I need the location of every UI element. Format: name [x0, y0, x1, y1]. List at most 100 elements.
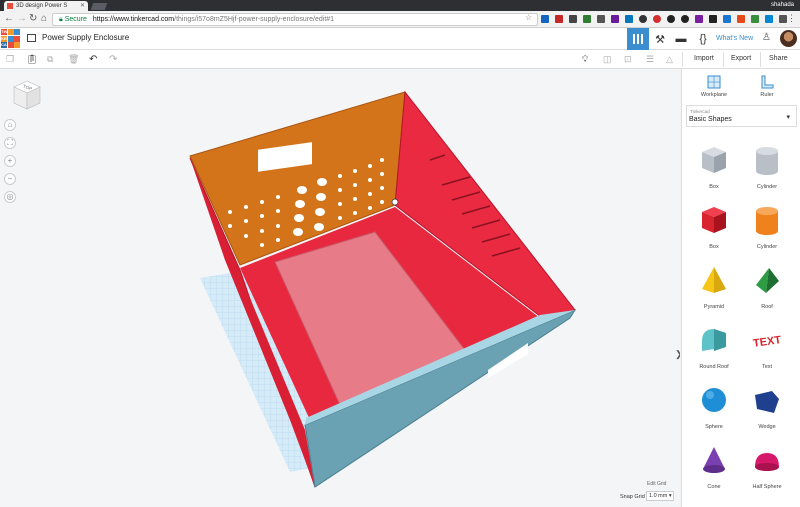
3d-view-button[interactable]: [627, 28, 649, 50]
chevron-down-icon[interactable]: ▾: [786, 113, 790, 121]
build-button[interactable]: ⚒: [649, 28, 671, 50]
3d-model-view[interactable]: [0, 69, 680, 507]
codeblocks-button[interactable]: {}: [692, 28, 714, 50]
browser-tab[interactable]: 3D design Power S ✕: [4, 1, 88, 11]
box-hole-icon: [702, 147, 726, 173]
pyramid-icon: [702, 267, 726, 293]
shapes-panel: Workplane Ruler Tinkercad Basic Shapes ▾…: [681, 69, 800, 507]
shape-tile-cylinder[interactable]: Cylinder: [742, 201, 792, 256]
shape-label: Round Roof: [699, 364, 729, 370]
extension-icon[interactable]: [681, 15, 689, 23]
workplane-canvas[interactable]: TOP ⌂ ⛶ + − ◎ Edit Grid Snap Grid 1.0 mm…: [0, 69, 680, 507]
forward-icon[interactable]: →: [17, 13, 27, 25]
design-list-icon[interactable]: [27, 34, 36, 42]
home-icon[interactable]: ⌂: [41, 13, 47, 25]
extension-icon[interactable]: [569, 15, 577, 23]
paste-icon[interactable]: 📋︎: [26, 54, 37, 65]
grid-icon: [633, 34, 643, 44]
group-icon[interactable]: ⊡: [624, 54, 632, 65]
shape-tile-round-roof[interactable]: Round Roof: [689, 321, 739, 376]
shape-tile-half-sphere[interactable]: Half Sphere: [742, 441, 792, 496]
browser-user-name[interactable]: shahada: [771, 1, 794, 10]
delete-icon[interactable]: 🗑︎: [68, 54, 79, 65]
add-user-icon[interactable]: ♙: [762, 32, 771, 43]
ruler-icon[interactable]: [760, 75, 774, 89]
logo-letter: TIN: [1, 29, 8, 35]
shape-tile-box[interactable]: Box: [689, 201, 739, 256]
copy-icon[interactable]: ❐: [6, 54, 14, 65]
extension-icon[interactable]: [695, 15, 703, 23]
extension-icon[interactable]: [653, 15, 661, 23]
extension-icon[interactable]: [765, 15, 773, 23]
lightbulb-icon[interactable]: 💡︎: [582, 54, 588, 65]
shape-tile-wedge[interactable]: Wedge: [742, 381, 792, 436]
avatar[interactable]: [780, 30, 797, 47]
extension-icon[interactable]: [751, 15, 759, 23]
shape-tile-cone[interactable]: Cone: [689, 441, 739, 496]
bookmark-star-icon[interactable]: ☆: [525, 13, 532, 22]
tinkercad-logo[interactable]: TIN KER CAD: [1, 29, 20, 48]
blocks-button[interactable]: ▬: [670, 28, 692, 50]
whats-new-link[interactable]: What's New: [716, 35, 753, 42]
extension-icon[interactable]: [723, 15, 731, 23]
extension-icon[interactable]: [639, 15, 647, 23]
url-input[interactable]: 🔒︎ Secure https://www.tinkercad.com/thin…: [52, 13, 538, 26]
shape-tile-box[interactable]: Box: [689, 141, 739, 196]
corner-marker[interactable]: [391, 198, 399, 206]
extension-icon[interactable]: [541, 15, 549, 23]
svg-text:TEXT: TEXT: [752, 334, 782, 350]
mirror-icon[interactable]: △: [666, 54, 673, 65]
duplicate-icon[interactable]: ⧉: [47, 54, 53, 65]
shape-tile-cylinder[interactable]: Cylinder: [742, 141, 792, 196]
design-title[interactable]: Power Supply Enclosure: [42, 33, 129, 42]
redo-icon[interactable]: ↷: [109, 54, 117, 65]
lock-icon: 🔒︎: [59, 16, 63, 23]
app-header: TIN KER CAD Power Supply Enclosure ⚒ ▬ {…: [0, 28, 800, 50]
close-tab-icon[interactable]: ✕: [80, 1, 85, 11]
library-value: Basic Shapes: [689, 116, 732, 123]
extension-icon[interactable]: [555, 15, 563, 23]
browser-tab-title: 3D design Power S: [16, 3, 68, 9]
workplane-label[interactable]: Workplane: [696, 92, 732, 98]
extension-icon[interactable]: [667, 15, 675, 23]
shape-label: Half Sphere: [752, 484, 782, 490]
half-sphere-icon: [755, 453, 779, 471]
new-tab-button[interactable]: [90, 3, 108, 10]
address-bar: ← → ↻ ⌂ 🔒︎ Secure https://www.tinkercad.…: [0, 11, 800, 28]
shape-label: Text: [761, 364, 773, 370]
extension-icon[interactable]: [779, 15, 787, 23]
toolbar-divider: [682, 52, 683, 67]
back-icon[interactable]: ←: [4, 13, 14, 25]
share-button[interactable]: Share: [769, 55, 788, 62]
pickaxe-icon: ⚒: [655, 33, 665, 46]
code-braces-icon: {}: [699, 33, 707, 45]
extension-icon[interactable]: [709, 15, 717, 23]
ruler-label[interactable]: Ruler: [749, 92, 785, 98]
import-button[interactable]: Import: [694, 55, 714, 62]
shape-label: Sphere: [705, 424, 723, 430]
align-icon[interactable]: ☰: [646, 54, 654, 65]
browser-menu-icon[interactable]: ⋮: [787, 13, 796, 24]
collapse-panel-icon[interactable]: ❯: [675, 349, 680, 360]
shape-label: Cylinder: [756, 184, 778, 190]
edit-grid-button[interactable]: Edit Grid: [647, 481, 666, 487]
shape-tile-sphere[interactable]: Sphere: [689, 381, 739, 436]
cylinder-icon: [756, 207, 778, 235]
sphere-icon: [702, 388, 726, 412]
extension-icon[interactable]: [611, 15, 619, 23]
shape-tile-roof[interactable]: Roof: [742, 261, 792, 316]
extension-icon[interactable]: [583, 15, 591, 23]
export-button[interactable]: Export: [731, 55, 751, 62]
extension-icon[interactable]: [597, 15, 605, 23]
shape-tile-text[interactable]: TEXT Text: [742, 321, 792, 376]
library-source-label: Tinkercad: [690, 109, 710, 114]
cylinder-hole-icon: [756, 147, 778, 175]
reload-icon[interactable]: ↻: [29, 13, 37, 25]
extension-icon[interactable]: [625, 15, 633, 23]
extension-icon[interactable]: [737, 15, 745, 23]
shape-tile-pyramid[interactable]: Pyramid: [689, 261, 739, 316]
undo-icon[interactable]: ↶: [89, 54, 97, 65]
snap-grid-select[interactable]: 1.0 mm ▾: [646, 491, 674, 501]
note-icon[interactable]: ◫: [603, 54, 612, 65]
workplane-icon[interactable]: [707, 75, 721, 89]
